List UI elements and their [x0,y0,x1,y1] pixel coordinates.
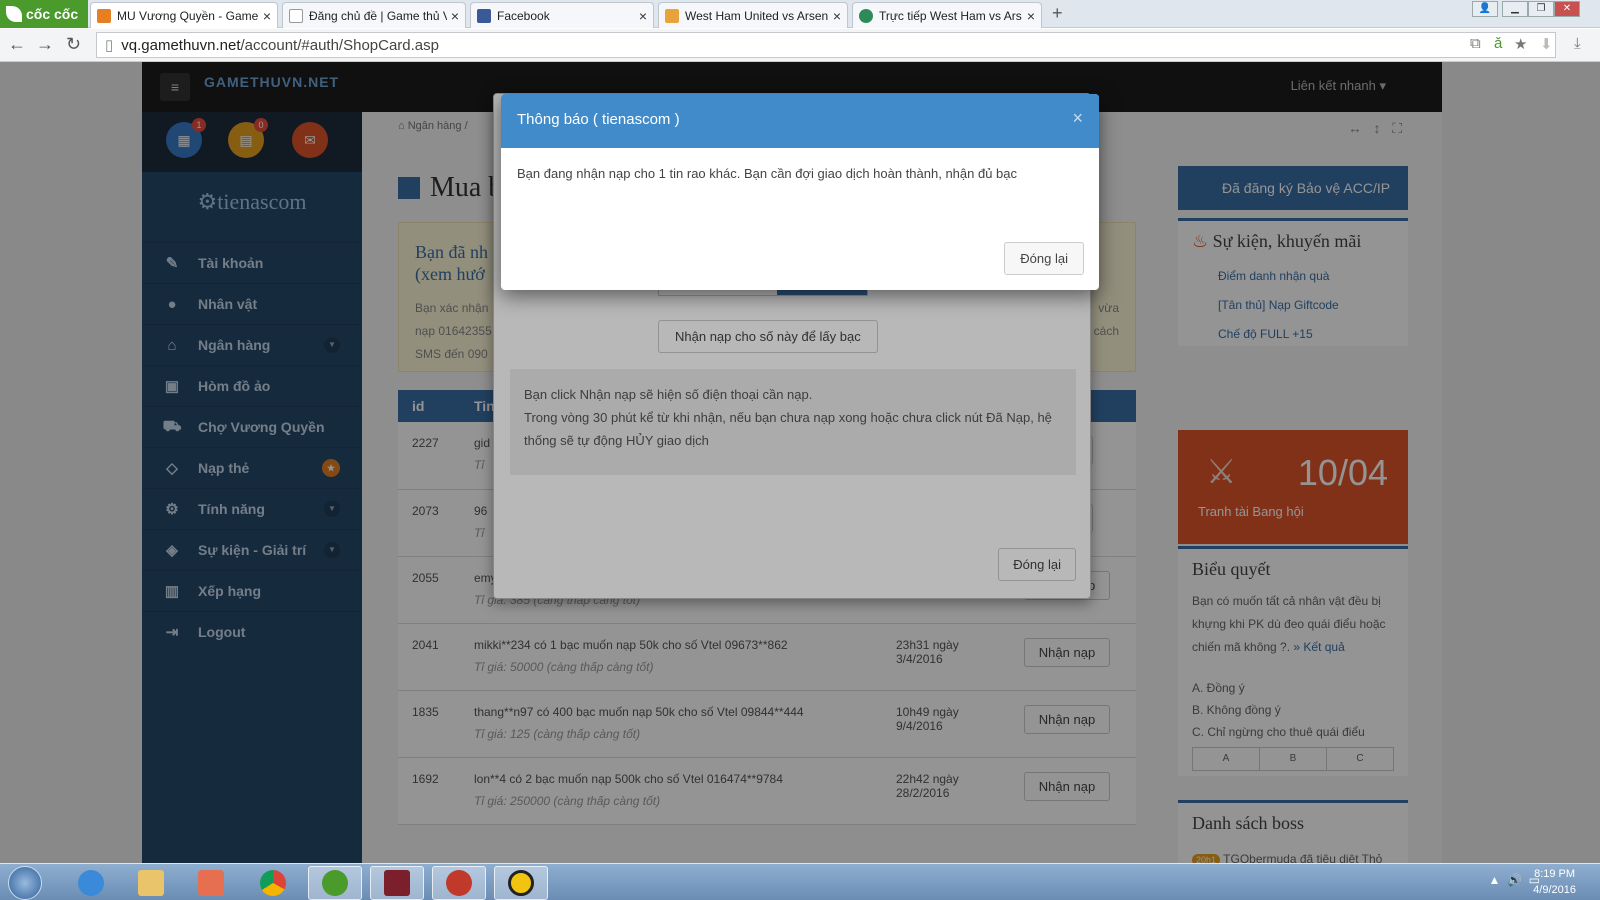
clock[interactable]: 8:19 PM 4/9/2016 [1533,866,1576,898]
tab-mu-vuong-quyen[interactable]: MU Vương Quyền - Game × [90,2,278,28]
leaf-icon [6,6,22,22]
url-input[interactable]: ▯ vq.gamethuvn.net/account/#auth/ShopCar… [96,32,1556,58]
browser-brand: cốc cốc [26,6,79,22]
file-explorer-icon[interactable] [124,866,178,900]
coccoc-addon-icon[interactable]: ǎ [1494,35,1502,52]
dialog-title: Thông báo ( tienascom ) [517,111,680,128]
dialog-note-line: Bạn click Nhận nạp sẽ hiện số điện thoại… [524,387,813,402]
tray-arrow-icon[interactable]: ▲ [1488,873,1500,887]
restore-icon[interactable]: ❐ [1528,1,1554,17]
media-player-icon[interactable] [184,866,238,900]
windows-taskbar: ▲ 🔊 ▭ 8:19 PM 4/9/2016 [0,863,1600,900]
internet-explorer-icon[interactable] [64,866,118,900]
dialog-note: Bạn click Nhận nạp sẽ hiện số điện thoại… [510,369,1076,475]
page-icon [289,8,303,23]
clock-date: 4/9/2016 [1533,884,1576,896]
bookmark-star-icon[interactable]: ★ [1514,35,1527,53]
volume-icon[interactable]: 🔊 [1507,873,1522,887]
tab-facebook[interactable]: Facebook × [470,2,654,28]
close-button[interactable]: Đóng lại [998,548,1076,581]
chrome-icon[interactable] [246,866,300,900]
game-client-icon[interactable] [432,866,486,900]
tab-title: Đăng chủ đề | Game thủ V [309,8,447,23]
close-tab-icon[interactable]: × [639,8,647,24]
browser-tab-bar: cốc cốc MU Vương Quyền - Game × Đăng chủ… [0,0,1600,28]
app-3-icon[interactable] [494,866,548,900]
tab-westham-arsenal[interactable]: West Ham United vs Arsen × [658,2,848,28]
close-tab-icon[interactable]: × [451,8,459,24]
tab-title: MU Vương Quyền - Game [117,8,259,23]
tab-truc-tiep[interactable]: Trực tiếp West Ham vs Ars × [852,2,1042,28]
favicon-icon [97,8,111,23]
page-icon: ▯ [105,37,114,54]
translate-icon[interactable]: ⧉ [1470,35,1481,52]
coccoc-browser-icon[interactable] [308,866,362,900]
soccer-ball-icon [859,8,873,23]
forward-icon[interactable]: → [36,34,54,55]
tab-title: Trực tiếp West Ham vs Ars [879,8,1022,23]
url-path: /account/#auth/ShopCard.asp [240,36,439,54]
back-icon[interactable]: ← [8,34,26,55]
close-icon[interactable]: × [1072,108,1083,129]
clock-time: 8:19 PM [1534,868,1576,880]
download-icon[interactable]: ⬇ [1540,35,1553,53]
tab-title: West Ham United vs Arsen [685,8,829,23]
tab-title: Facebook [497,8,550,23]
close-tab-icon[interactable]: × [1027,8,1035,24]
mu-game-icon[interactable] [370,866,424,900]
address-bar-row: ← → ↻ ▯ vq.gamethuvn.net/account/#auth/S… [0,29,1600,62]
dialog-message: Bạn đang nhận nạp cho 1 tin rao khác. Bạ… [517,166,1018,181]
reload-icon[interactable]: ↻ [66,34,81,55]
minimize-icon[interactable]: ▁ [1502,1,1528,17]
downloads-tray-icon[interactable]: ⤓ [1574,35,1581,52]
dialog-note-line: Trong vòng 30 phút kể từ khi nhận, nếu b… [524,410,1052,448]
close-tab-icon[interactable]: × [263,8,271,24]
accept-topup-button[interactable]: Nhận nạp cho số này để lấy bạc [658,320,878,353]
close-tab-icon[interactable]: × [833,8,841,24]
close-window-icon[interactable]: ✕ [1554,1,1580,17]
dialog-header: Thông báo ( tienascom ) × [501,94,1099,148]
url-domain: vq.gamethuvn.net [121,36,241,54]
new-tab-icon[interactable]: + [1052,3,1063,24]
close-button[interactable]: Đóng lại [1004,242,1084,275]
facebook-icon [477,8,491,23]
tab-dang-chu-de[interactable]: Đăng chủ đề | Game thủ V × [282,2,466,28]
user-icon[interactable]: 👤 [1472,1,1498,17]
sport-icon [665,8,679,23]
start-button[interactable] [8,866,42,900]
notification-dialog: Thông báo ( tienascom ) × Bạn đang nhận … [501,94,1099,290]
coccoc-logo[interactable]: cốc cốc [0,0,88,28]
